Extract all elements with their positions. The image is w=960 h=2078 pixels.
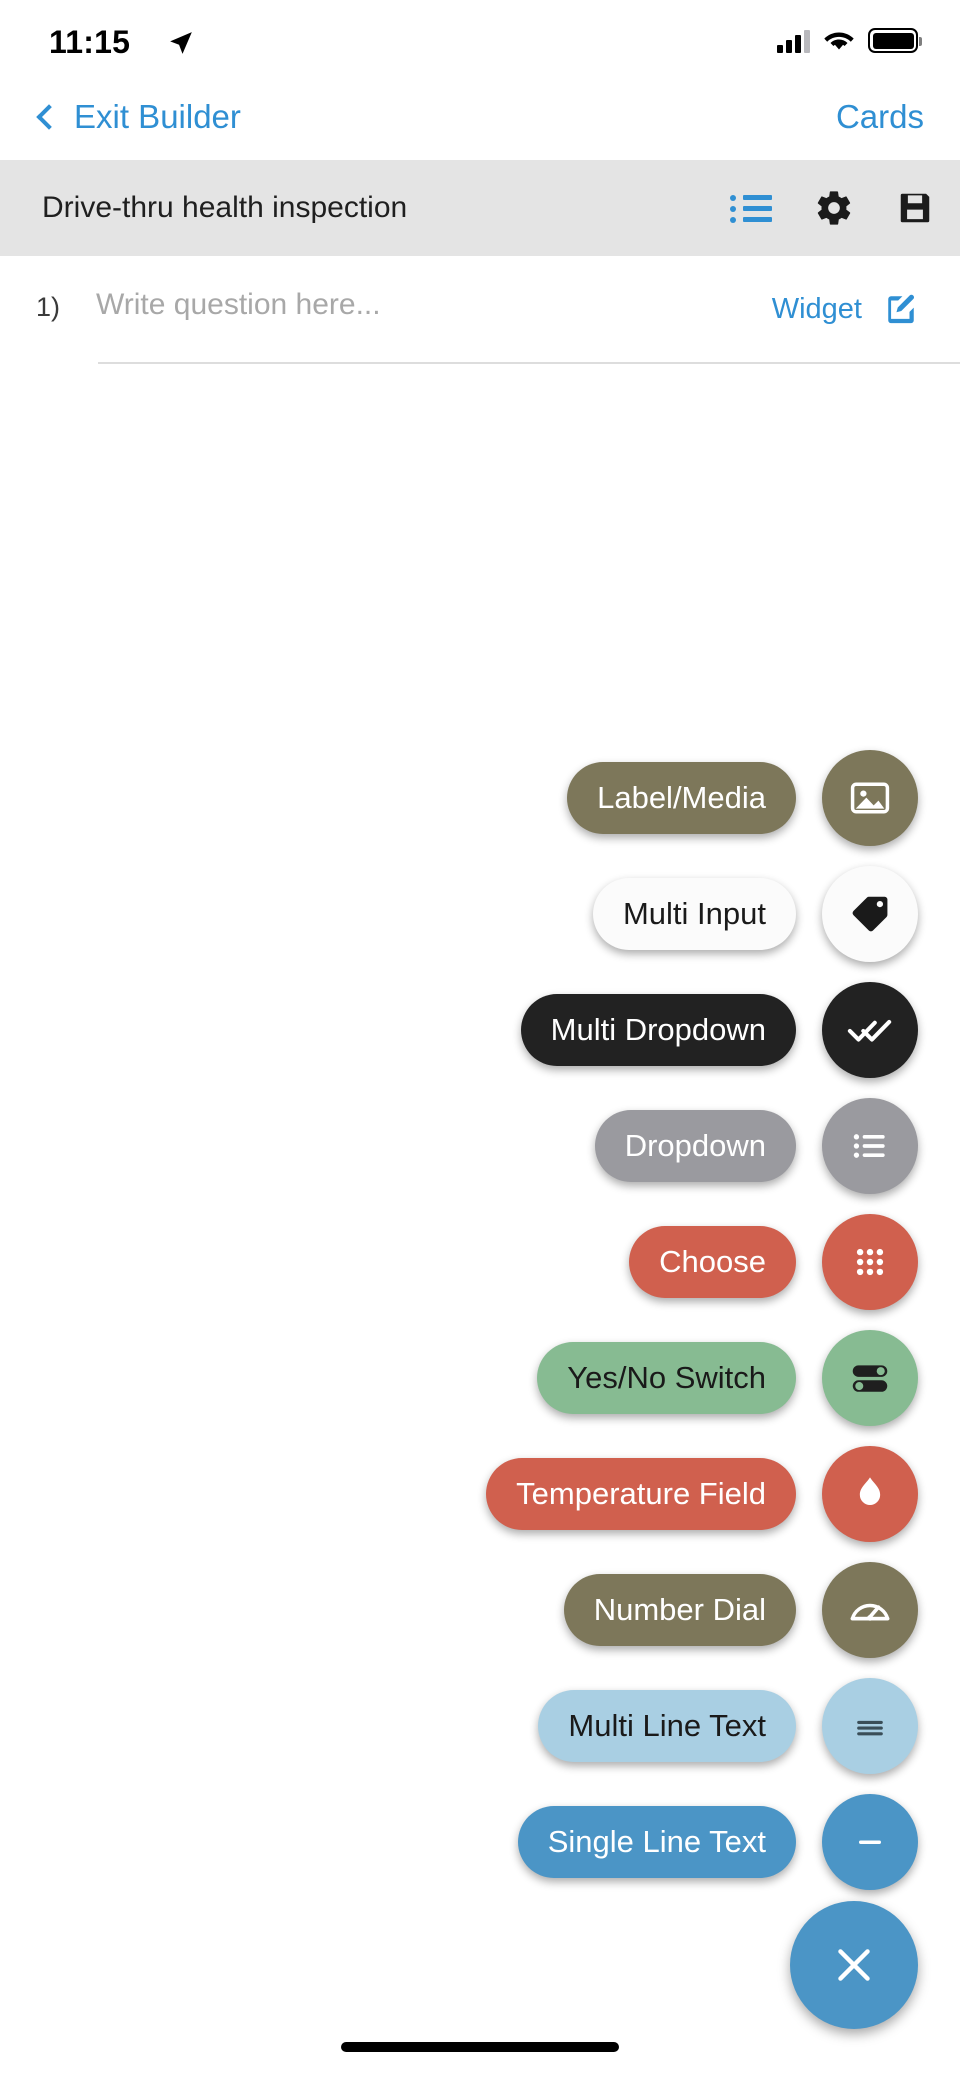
battery-icon — [868, 28, 922, 53]
speed-dial-label[interactable]: Multi Line Text — [538, 1690, 796, 1762]
speed-dial-circle[interactable] — [822, 1098, 918, 1194]
gear-icon[interactable] — [814, 188, 854, 228]
speed-dial-label[interactable]: Multi Input — [592, 878, 796, 950]
status-right-icons — [777, 28, 922, 53]
speed-dial-item-label-media[interactable]: Label/Media — [0, 740, 960, 856]
list-view-icon[interactable] — [730, 192, 772, 224]
speed-dial-circle[interactable] — [822, 982, 918, 1078]
speed-dial-label[interactable]: Yes/No Switch — [537, 1342, 796, 1414]
widget-button[interactable]: Widget — [772, 293, 862, 326]
cards-button[interactable]: Cards — [836, 98, 924, 136]
home-indicator — [341, 2042, 619, 2052]
speed-dial-label[interactable]: Temperature Field — [486, 1458, 796, 1530]
speed-dial-circle[interactable] — [822, 1562, 918, 1658]
chevron-left-icon — [36, 104, 62, 130]
speed-dial-item-multi-input[interactable]: Multi Input — [0, 856, 960, 972]
speed-dial-item-dropdown[interactable]: Dropdown — [0, 1088, 960, 1204]
speed-dial-circle[interactable] — [822, 1446, 918, 1542]
speed-dial-circle[interactable] — [822, 1330, 918, 1426]
speed-dial-close-row — [0, 1900, 960, 2030]
location-arrow-icon — [170, 32, 192, 54]
title-bar-tools — [730, 188, 934, 228]
form-title-bar: Drive-thru health inspection — [0, 160, 960, 256]
speed-dial-item-temperature-field[interactable]: Temperature Field — [0, 1436, 960, 1552]
bullet-list-icon — [853, 1134, 885, 1158]
flame-icon — [859, 1477, 881, 1506]
status-clock: 11:15 — [49, 24, 131, 60]
gauge-icon — [850, 1603, 890, 1621]
close-x-icon — [838, 1949, 870, 1981]
speed-dial-item-choose[interactable]: Choose — [0, 1204, 960, 1320]
speed-dial-item-multi-dropdown[interactable]: Multi Dropdown — [0, 972, 960, 1088]
close-speed-dial-button[interactable] — [790, 1901, 918, 2029]
speed-dial-label[interactable]: Label/Media — [567, 762, 796, 834]
nav-bar: Exit Builder Cards — [0, 86, 960, 160]
image-icon — [850, 782, 890, 814]
minus-line-icon — [859, 1840, 881, 1845]
speed-dial-item-yes-no-switch[interactable]: Yes/No Switch — [0, 1320, 960, 1436]
speed-dial-circle[interactable] — [822, 866, 918, 962]
question-divider — [98, 362, 960, 364]
grid-dots-icon — [856, 1248, 884, 1276]
widget-speed-dial: Label/Media Multi Input Multi Dropdown D… — [0, 740, 960, 2030]
cellular-signal-icon — [777, 29, 810, 53]
exit-builder-button[interactable]: Exit Builder — [36, 98, 241, 136]
tag-icon — [852, 896, 888, 932]
speed-dial-label[interactable]: Single Line Text — [517, 1806, 796, 1878]
speed-dial-label[interactable]: Dropdown — [594, 1110, 796, 1182]
question-input[interactable]: Write question here... — [96, 288, 381, 322]
text-lines-icon — [857, 1720, 883, 1736]
question-number: 1) — [36, 292, 61, 322]
speed-dial-circle[interactable] — [822, 750, 918, 846]
form-title: Drive-thru health inspection — [42, 191, 408, 224]
speed-dial-circle[interactable] — [822, 1678, 918, 1774]
save-icon[interactable] — [896, 189, 934, 227]
pencil-square-icon[interactable] — [884, 292, 918, 326]
speed-dial-item-single-line-text[interactable]: Single Line Text — [0, 1784, 960, 1900]
exit-builder-label: Exit Builder — [74, 98, 241, 135]
speed-dial-label[interactable]: Number Dial — [563, 1574, 796, 1646]
wifi-icon — [824, 32, 854, 49]
speed-dial-item-number-dial[interactable]: Number Dial — [0, 1552, 960, 1668]
speed-dial-circle[interactable] — [822, 1214, 918, 1310]
speed-dial-label[interactable]: Multi Dropdown — [520, 994, 796, 1066]
toggle-switch-icon — [852, 1365, 888, 1392]
speed-dial-item-multi-line-text[interactable]: Multi Line Text — [0, 1668, 960, 1784]
status-bar: 11:15 — [0, 0, 960, 86]
speed-dial-label[interactable]: Choose — [629, 1226, 796, 1298]
question-row: 1) Write question here... Widget — [0, 256, 960, 364]
double-check-icon — [847, 1019, 892, 1042]
speed-dial-circle[interactable] — [822, 1794, 918, 1890]
